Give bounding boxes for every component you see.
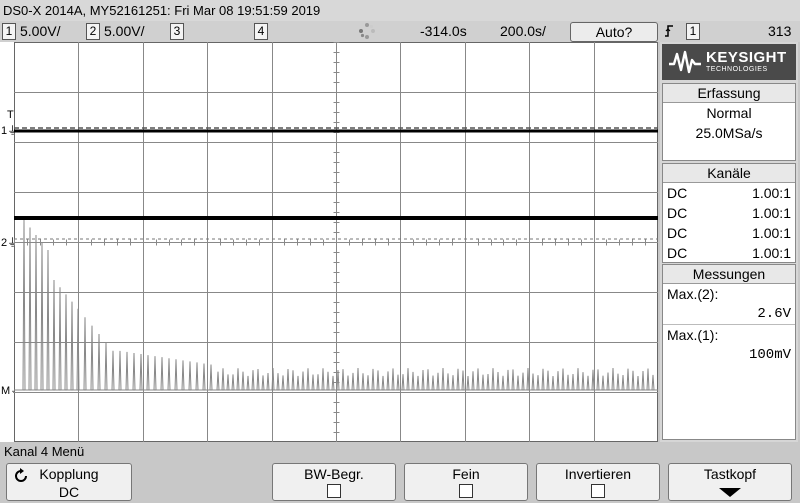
channels-title: Kanäle bbox=[663, 164, 795, 183]
coupling-value: DC bbox=[58, 484, 80, 500]
wave-logo-icon bbox=[669, 50, 701, 74]
bandwidth-limit-softkey[interactable]: BW-Begr. bbox=[272, 463, 396, 501]
checkbox-icon[interactable] bbox=[327, 484, 341, 498]
channel-bar: 1 5.00V/ 2 5.00V/ 3 4 -314.0s 200.0s/ Auto… bbox=[0, 21, 800, 51]
down-arrow-icon bbox=[669, 484, 791, 501]
run-status-icon bbox=[358, 22, 376, 39]
time-delay[interactable]: -314.0s bbox=[420, 23, 467, 40]
channel-probe: 1.00:1 bbox=[752, 225, 791, 241]
brand-name: KEYSIGHT bbox=[706, 49, 787, 66]
channel-4-scale[interactable]: 4 bbox=[254, 23, 272, 40]
sample-rate: 25.0MSa/s bbox=[695, 125, 763, 141]
measurement-label: Max.(2): bbox=[667, 286, 719, 302]
brand-logo: KEYSIGHT TECHNOLOGIES bbox=[662, 44, 796, 80]
channel-coupling: DC bbox=[667, 205, 688, 221]
channel-row: DC 1.00:1 bbox=[663, 203, 795, 223]
trigger-source[interactable]: 1 bbox=[686, 23, 704, 40]
invert-label: Invertieren bbox=[564, 466, 632, 482]
channel-probe: 1.00:1 bbox=[752, 245, 791, 261]
menu-title: Kanal 4 Menü bbox=[4, 444, 85, 459]
acquisition-panel[interactable]: Erfassung Normal 25.0MSa/s bbox=[662, 83, 796, 161]
measurements-title: Messungen bbox=[663, 265, 795, 284]
marker-strip: T 1⏚ 2⏚ M⏚ bbox=[0, 42, 21, 442]
channel-3-scale[interactable]: 3 bbox=[170, 23, 188, 40]
channel-2-scale-value: 5.00V/ bbox=[104, 23, 145, 39]
channel-row: DC 1.00:1 bbox=[663, 223, 795, 243]
channel-2-number: 2 bbox=[86, 23, 100, 40]
coupling-softkey[interactable]: Kopplung DC bbox=[6, 463, 132, 501]
trigger-marker: T bbox=[7, 109, 14, 121]
channel-4-number: 4 bbox=[254, 23, 268, 40]
invert-softkey[interactable]: Invertieren bbox=[536, 463, 660, 501]
acquisition-title: Erfassung bbox=[663, 84, 795, 103]
channel-coupling: DC bbox=[667, 245, 688, 261]
channel-coupling: DC bbox=[667, 185, 688, 201]
channel-1-scale-value: 5.00V/ bbox=[20, 23, 61, 39]
channel-coupling: DC bbox=[667, 225, 688, 241]
measurement-value: 2.6V bbox=[757, 306, 791, 322]
probe-label: Tastkopf bbox=[703, 466, 757, 482]
trigger-level[interactable]: 313 bbox=[768, 23, 791, 40]
softkey-bar: Kanal 4 Menü Kopplung DC BW-Begr. Fein I… bbox=[0, 443, 800, 503]
coupling-label: Kopplung bbox=[39, 466, 99, 482]
channels-panel[interactable]: Kanäle DC 1.00:1 DC 1.00:1 DC 1.00:1 DC 1.00… bbox=[662, 163, 796, 263]
channel-row: DC 1.00:1 bbox=[663, 183, 795, 203]
measurement-label: Max.(1): bbox=[663, 324, 795, 345]
channel-probe: 1.00:1 bbox=[752, 205, 791, 221]
channel-2-scale[interactable]: 2 5.00V/ bbox=[86, 23, 144, 40]
measurement-value: 100mV bbox=[748, 347, 791, 363]
measurements-panel[interactable]: Messungen Max.(2): 2.6V Max.(1): 100mV bbox=[662, 264, 796, 440]
probe-softkey[interactable]: Tastkopf bbox=[668, 463, 792, 501]
window-title: DS0-X 2014A, MY52161251: Fri Mar 08 19:5… bbox=[0, 0, 800, 21]
channel-1-number: 1 bbox=[2, 23, 16, 40]
waveform-display[interactable] bbox=[14, 42, 658, 442]
time-scale[interactable]: 200.0s/ bbox=[500, 23, 546, 40]
waveform-grid bbox=[14, 42, 658, 442]
bandwidth-limit-label: BW-Begr. bbox=[304, 466, 364, 482]
checkbox-icon[interactable] bbox=[459, 484, 473, 498]
rising-edge-icon bbox=[664, 23, 674, 40]
math-marker-label: M bbox=[1, 385, 11, 397]
checkbox-icon[interactable] bbox=[591, 484, 605, 498]
channel-3-number: 3 bbox=[170, 23, 184, 40]
auto-trigger-button[interactable]: Auto? bbox=[570, 22, 658, 42]
channel-row: DC 1.00:1 bbox=[663, 243, 795, 263]
info-sidebar: KEYSIGHT TECHNOLOGIES Erfassung Normal 2… bbox=[660, 42, 798, 442]
trigger-channel-number: 1 bbox=[686, 23, 700, 40]
fine-label: Fein bbox=[452, 466, 480, 482]
channel-1-scale[interactable]: 1 5.00V/ bbox=[2, 23, 60, 40]
channel-probe: 1.00:1 bbox=[752, 185, 791, 201]
fine-softkey[interactable]: Fein bbox=[404, 463, 528, 501]
acquisition-mode: Normal bbox=[706, 105, 752, 121]
brand-subtitle: TECHNOLOGIES bbox=[706, 66, 768, 73]
